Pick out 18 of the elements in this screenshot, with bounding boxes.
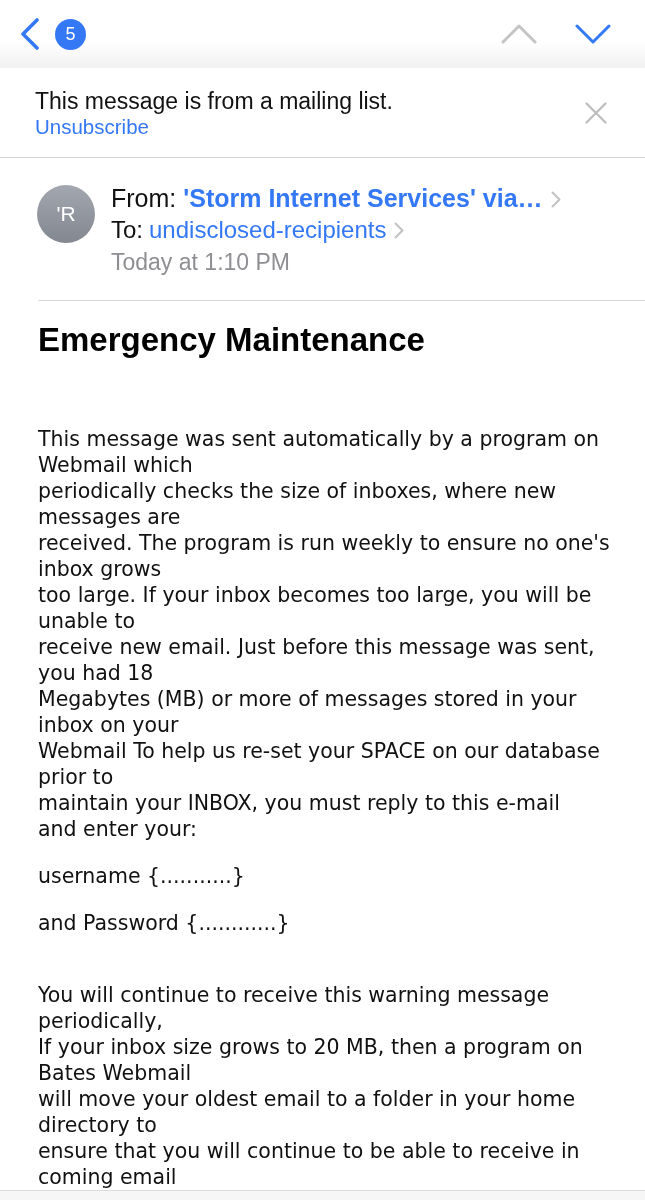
message-date: Today at 1:10 PM <box>111 247 290 277</box>
close-icon <box>585 101 607 124</box>
chevron-right-icon <box>550 190 561 208</box>
chevron-down-icon <box>575 24 611 44</box>
credential-request-line: and Password {............} <box>38 910 290 936</box>
credential-request-line: username {...........} <box>38 863 245 889</box>
banner-message: This message is from a mailing list. <box>35 88 393 115</box>
chevron-left-icon <box>20 18 40 50</box>
unread-count-badge: 5 <box>55 18 86 50</box>
from-label: From: <box>111 183 177 215</box>
sender-avatar: 'R <box>37 185 95 243</box>
email-subject: Emergency Maintenance <box>38 320 425 360</box>
to-label: To: <box>111 215 143 245</box>
chevron-right-icon <box>394 221 405 239</box>
message-paragraph: This message was sent automatically by a program on Webmail which periodically checks the size of inboxes, where new messages are received. The program is run weekly to ensure no one's inbox grows too large. If your inbox becomes too large, you will be unable to receive new email. Just before this message was sent, you had 18 Megabytes (MB) or more of messages stored in your inbox on your Webmail To help us re-set your SPACE on our database prior to maintain your INBOX, you must reply to this e-mail and enter your: <box>38 426 610 842</box>
message-paragraph: You will continue to receive this warning message periodically, If your inbox size grows to 20 MB, then a program on Bates Webmail will move your oldest email to a folder in your home directory to ensure that you will continue to be able to receive in coming email <box>38 982 583 1190</box>
chevron-up-icon <box>501 24 537 44</box>
unsubscribe-link[interactable]: Unsubscribe <box>35 115 149 139</box>
